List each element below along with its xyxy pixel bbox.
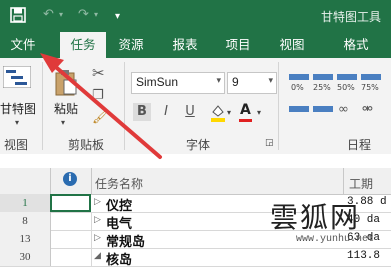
annotation-arrow-icon — [40, 53, 162, 159]
